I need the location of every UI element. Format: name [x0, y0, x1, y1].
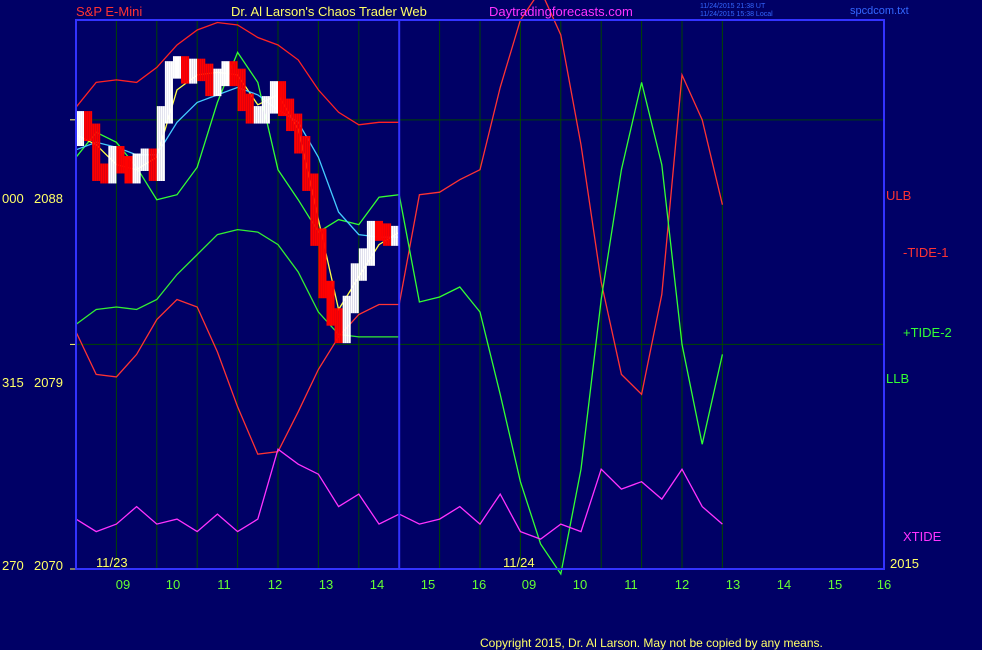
- x-tick-label: 09: [521, 577, 537, 592]
- y-tick-left-2: 315: [2, 375, 24, 390]
- grid-lines: [70, 20, 884, 570]
- y-tick-2: 2079: [34, 375, 63, 390]
- x-tick-label: 16: [471, 577, 487, 592]
- timestamp-utc: 11/24/2015 21:38 UT: [700, 3, 766, 10]
- x-tick-label: 14: [776, 577, 792, 592]
- timestamp-local: 11/24/2015 15:38 Local: [700, 11, 773, 18]
- x-tick-label: 12: [267, 577, 283, 592]
- x-tick-label: 11: [217, 577, 231, 592]
- x-tick-label: 11: [624, 577, 638, 592]
- label-xtide: XTIDE: [903, 529, 942, 544]
- chart-canvas: [70, 0, 885, 576]
- y-tick-3: 2070: [34, 558, 63, 573]
- chart-title: Dr. Al Larson's Chaos Trader Web: [231, 4, 427, 19]
- x-tick-label: 15: [827, 577, 843, 592]
- label-llb: LLB: [886, 371, 910, 386]
- x-tick-label: 12: [674, 577, 690, 592]
- date-label-2: 11/24: [503, 555, 535, 570]
- file-name: spcdcom.txt: [850, 5, 909, 17]
- y-tick-1: 2088: [34, 191, 63, 206]
- x-tick-label: 14: [369, 577, 385, 592]
- date-label-1: 11/23: [96, 555, 128, 570]
- x-tick-label: 10: [165, 577, 181, 592]
- x-tick-label: 13: [725, 577, 741, 592]
- y-tick-left-3: 270: [2, 558, 24, 573]
- y-tick-left-1: 000: [2, 191, 24, 206]
- copyright: Copyright 2015, Dr. Al Larson. May not b…: [480, 636, 823, 650]
- label-tide-2: +TIDE-2: [903, 325, 952, 340]
- x-tick-label: 15: [420, 577, 436, 592]
- site-link[interactable]: Daytradingforecasts.com: [489, 4, 633, 19]
- instrument-label: S&P E-Mini: [76, 4, 143, 19]
- label-tide-1: -TIDE-1: [903, 245, 949, 260]
- x-tick-label: 16: [876, 577, 892, 592]
- x-tick-label: 10: [572, 577, 588, 592]
- year-label: 2015: [890, 556, 919, 571]
- label-ulb: ULB: [886, 188, 912, 203]
- x-tick-label: 13: [318, 577, 334, 592]
- x-tick-label: 09: [115, 577, 131, 592]
